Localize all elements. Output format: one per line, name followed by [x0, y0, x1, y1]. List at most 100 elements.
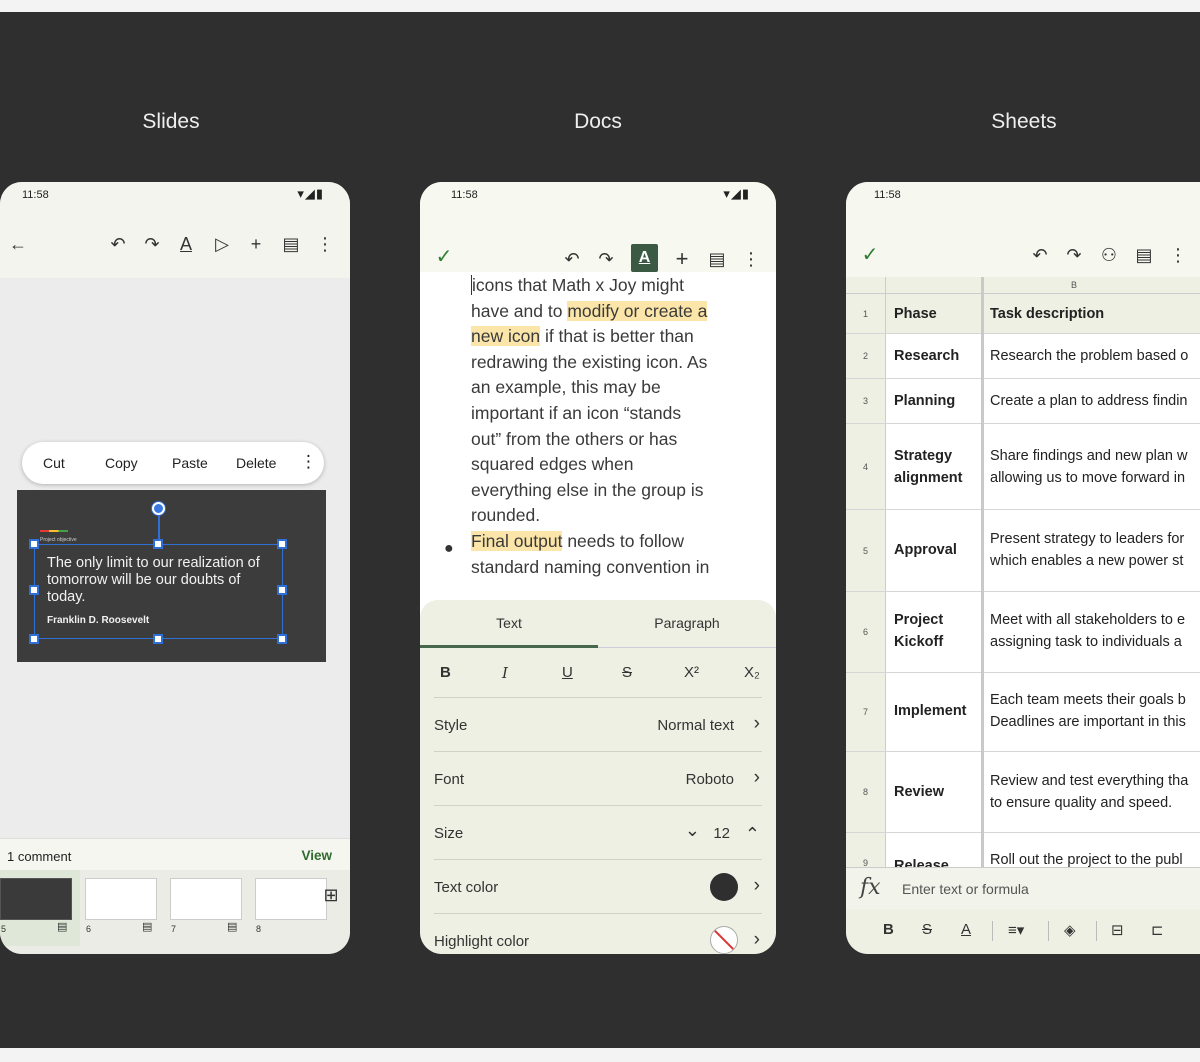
paste-menu-item[interactable]: Paste [172, 455, 208, 471]
thumb-number: 7 [171, 924, 177, 934]
font-row[interactable]: Font Roboto › [434, 752, 762, 806]
description-cell[interactable]: Research the problem based o [990, 345, 1200, 367]
insert-column-icon[interactable]: ⊏ [1151, 921, 1164, 939]
row-number: 6 [846, 592, 886, 672]
selection-box[interactable] [34, 544, 283, 639]
phase-header[interactable]: Phase [894, 303, 980, 325]
comment-bar: 1 comment View [0, 838, 350, 870]
more-vert-icon[interactable]: ⋮ [312, 231, 338, 257]
description-cell[interactable]: Create a plan to address findin [990, 390, 1200, 412]
underline-button[interactable]: U [562, 664, 573, 681]
toolbar-divider [992, 921, 993, 941]
present-play-icon[interactable]: ▷ [209, 231, 235, 257]
description-cell[interactable]: Each team meets their goals b Deadlines a… [990, 689, 1200, 733]
tab-paragraph[interactable]: Paragraph [598, 615, 776, 631]
description-cell[interactable]: Meet with all stakeholders to e assigning… [990, 609, 1200, 653]
description-cell[interactable]: Roll out the project to the publ [990, 849, 1200, 867]
subscript-button[interactable]: X₂ [744, 664, 760, 681]
resize-handle-bl[interactable] [29, 634, 39, 644]
size-increase-icon[interactable]: ⌃ [745, 824, 760, 845]
rotate-handle[interactable] [152, 502, 165, 515]
document-body[interactable]: icons that Math x Joy might have and to … [471, 273, 767, 580]
thumb-number: 8 [256, 924, 262, 934]
add-icon[interactable]: + [243, 231, 269, 257]
table-row: 8 Review Review and test everything tha t… [846, 752, 1200, 833]
style-row[interactable]: Style Normal text › [434, 698, 762, 752]
phase-cell[interactable]: Planning [894, 390, 980, 412]
resize-handle-tl[interactable] [29, 539, 39, 549]
tab-text[interactable]: Text [420, 615, 598, 631]
table-header-row: 1 Phase Task description [846, 294, 1200, 334]
text-color-icon[interactable]: A [961, 921, 971, 938]
bold-button[interactable]: B [440, 664, 451, 681]
slide-thumb[interactable] [0, 878, 72, 920]
description-header[interactable]: Task description [990, 303, 1200, 325]
resize-handle-b[interactable] [153, 634, 163, 644]
slide-thumb[interactable] [255, 878, 327, 920]
phase-cell[interactable]: Project Kickoff [894, 609, 980, 653]
description-cell[interactable]: Present strategy to leaders for which ena… [990, 528, 1200, 572]
back-arrow-icon[interactable]: ← [5, 231, 31, 257]
redo-icon[interactable]: ↷ [1061, 242, 1087, 268]
slide-thumb[interactable] [85, 878, 157, 920]
comment-icon[interactable]: ▤ [704, 246, 730, 272]
formula-input[interactable]: Enter text or formula [902, 881, 1029, 897]
undo-icon[interactable]: ↶ [1027, 242, 1053, 268]
undo-icon[interactable]: ↶ [105, 231, 131, 257]
redo-icon[interactable]: ↷ [139, 231, 165, 257]
more-vert-icon[interactable]: ⋮ [1165, 242, 1191, 268]
sheets-title: Sheets [991, 110, 1057, 133]
column-b-header[interactable]: B [1071, 280, 1077, 290]
add-icon[interactable]: + [669, 246, 695, 272]
description-cell[interactable]: Review and test everything tha to ensure … [990, 770, 1200, 814]
align-icon[interactable]: ≡▾ [1008, 921, 1024, 939]
resize-handle-l[interactable] [29, 585, 39, 595]
doc-line: icons that Math x Joy might [471, 275, 685, 295]
fx-icon: fx [860, 875, 881, 900]
resize-handle-br[interactable] [277, 634, 287, 644]
text-color-row[interactable]: Text color › [434, 860, 762, 914]
strikethrough-button[interactable]: S [622, 664, 632, 681]
menu-more-icon[interactable]: ⋮ [300, 452, 317, 472]
fill-color-icon[interactable]: ◈ [1064, 921, 1076, 939]
resize-handle-t[interactable] [153, 539, 163, 549]
italic-button[interactable]: I [502, 664, 508, 682]
resize-handle-r[interactable] [277, 585, 287, 595]
phase-cell[interactable]: Research [894, 345, 980, 367]
done-check-icon[interactable]: ✓ [431, 244, 457, 270]
phase-cell[interactable]: Implement [894, 700, 980, 722]
phase-cell[interactable]: Approval [894, 539, 980, 561]
size-value: 12 [713, 825, 730, 842]
comment-icon[interactable]: ▤ [278, 231, 304, 257]
chevron-right-icon: › [753, 767, 760, 788]
text-format-button[interactable]: A [631, 244, 658, 272]
phase-cell[interactable]: Review [894, 781, 980, 803]
copy-menu-item[interactable]: Copy [105, 455, 138, 471]
row-number: 5 [846, 510, 886, 591]
status-time: 11:58 [22, 189, 49, 201]
redo-icon[interactable]: ↷ [593, 246, 619, 272]
bold-icon[interactable]: B [883, 921, 894, 938]
view-comments-button[interactable]: View [301, 848, 332, 863]
comment-icon[interactable]: ▤ [1131, 242, 1157, 268]
add-slide-icon[interactable]: ⊞ [318, 882, 344, 908]
superscript-button[interactable]: X² [684, 664, 699, 681]
add-person-icon[interactable]: ⚇ [1096, 242, 1122, 268]
undo-icon[interactable]: ↶ [559, 246, 585, 272]
slide-thumb[interactable] [170, 878, 242, 920]
insert-row-icon[interactable]: ⊟ [1111, 921, 1124, 939]
size-row: Size ⌄ 12 ⌃ [434, 806, 762, 860]
phase-cell[interactable]: Release [894, 855, 980, 867]
more-vert-icon[interactable]: ⋮ [738, 246, 764, 272]
highlight-color-row[interactable]: Highlight color › [434, 914, 762, 954]
text-format-icon[interactable]: A [173, 231, 199, 257]
strikethrough-icon[interactable]: S [922, 921, 932, 938]
resize-handle-tr[interactable] [277, 539, 287, 549]
cut-menu-item[interactable]: Cut [43, 455, 65, 471]
size-decrease-icon[interactable]: ⌄ [685, 820, 700, 841]
delete-menu-item[interactable]: Delete [236, 455, 276, 471]
column-divider[interactable] [981, 277, 984, 867]
phase-cell[interactable]: Strategy alignment [894, 445, 980, 489]
done-check-icon[interactable]: ✓ [857, 242, 883, 268]
description-cell[interactable]: Share findings and new plan w allowing us… [990, 445, 1200, 489]
